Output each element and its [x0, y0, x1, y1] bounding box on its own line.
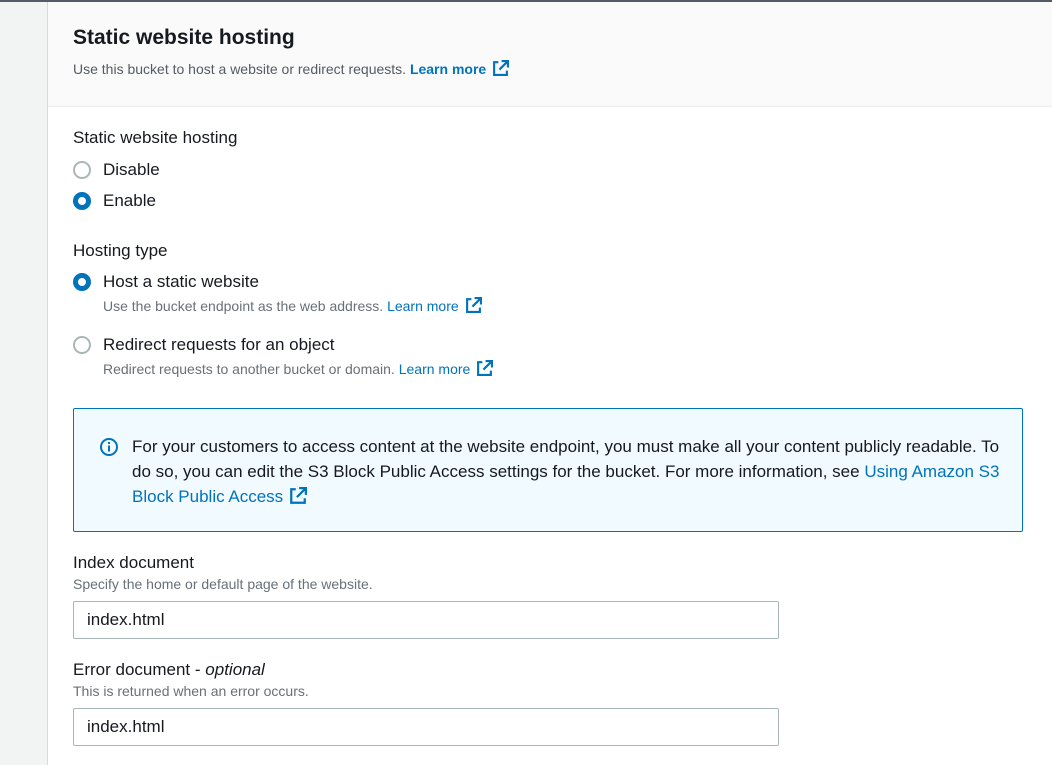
optional-tag: optional — [205, 660, 265, 679]
disable-radio-label[interactable]: Disable — [103, 160, 160, 180]
enable-radio-label[interactable]: Enable — [103, 191, 156, 211]
index-document-label: Index document — [73, 553, 194, 572]
learn-more-label: Learn more — [409, 61, 487, 77]
external-link-icon — [492, 60, 510, 77]
index-document-input[interactable] — [73, 601, 779, 639]
learn-more-label: Learn more — [398, 361, 471, 377]
redirect-requests-radio[interactable] — [73, 336, 91, 354]
host-static-website-label[interactable]: Host a static website — [103, 272, 259, 292]
external-link-icon — [465, 297, 482, 314]
panel-description-text: Use this bucket to host a website or red… — [73, 61, 407, 77]
host-static-learn-more-link[interactable]: Learn more — [387, 297, 482, 314]
error-document-input[interactable] — [73, 708, 779, 746]
redirect-learn-more-link[interactable]: Learn more — [398, 360, 494, 377]
host-static-website-radio[interactable] — [73, 273, 91, 291]
redirect-requests-description: Redirect requests to another bucket or d… — [103, 360, 494, 377]
redirect-requests-desc-text: Redirect requests to another bucket or d… — [103, 361, 395, 377]
enable-radio[interactable] — [73, 192, 91, 210]
info-alert-text: For your customers to access content at … — [132, 434, 1012, 509]
index-document-description: Specify the home or default page of the … — [73, 576, 373, 592]
learn-more-label: Learn more — [387, 298, 459, 314]
host-static-website-description: Use the bucket endpoint as the web addre… — [103, 297, 482, 314]
host-static-website-desc-text: Use the bucket endpoint as the web addre… — [103, 298, 384, 314]
hosting-type-label: Hosting type — [73, 241, 168, 260]
static-website-hosting-panel: Static website hosting Use this bucket t… — [47, 2, 1052, 765]
disable-radio[interactable] — [73, 161, 91, 179]
info-alert: For your customers to access content at … — [73, 408, 1023, 532]
learn-more-link[interactable]: Learn more — [409, 60, 510, 77]
panel-header: Static website hosting Use this bucket t… — [48, 2, 1052, 107]
panel-description: Use this bucket to host a website or red… — [73, 60, 510, 77]
error-document-label-text: Error document - — [73, 660, 201, 679]
redirect-requests-label[interactable]: Redirect requests for an object — [103, 335, 335, 355]
external-link-icon — [476, 360, 494, 377]
error-document-label: Error document - optional — [73, 660, 265, 680]
hosting-label: Static website hosting — [73, 128, 238, 147]
external-link-icon — [289, 487, 308, 505]
panel-title: Static website hosting — [73, 26, 295, 49]
error-document-description: This is returned when an error occurs. — [73, 683, 309, 699]
info-icon — [99, 437, 119, 457]
